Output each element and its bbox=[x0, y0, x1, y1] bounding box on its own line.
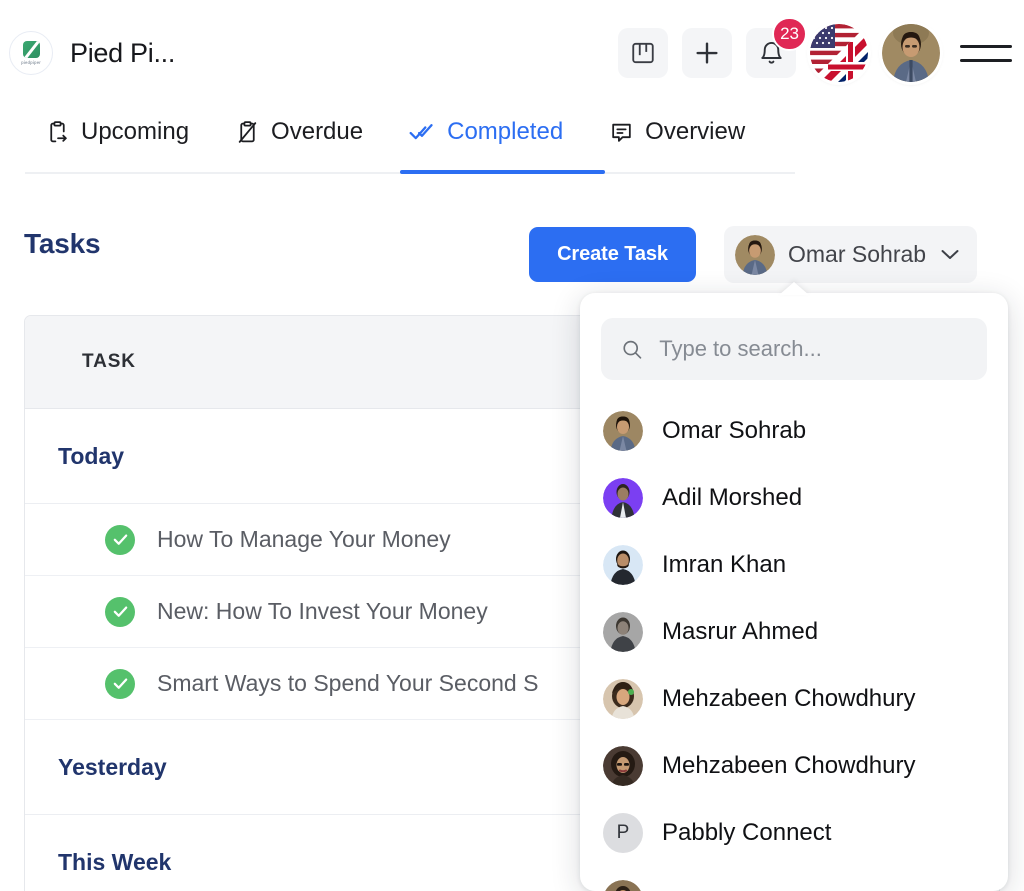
selected-user-name: Omar Sohrab bbox=[788, 241, 927, 267]
person-avatar-image bbox=[603, 410, 643, 451]
plus-icon bbox=[696, 42, 718, 64]
person-avatar-image bbox=[603, 879, 643, 891]
avatar-initial: P bbox=[616, 821, 630, 843]
dropdown-caret bbox=[779, 282, 809, 295]
tab-label: Overview bbox=[645, 118, 746, 145]
page-title-brand: Pied Pi... bbox=[70, 37, 176, 68]
tab-upcoming[interactable]: Upcoming bbox=[25, 118, 212, 162]
list-item[interactable]: Omar Sohrab bbox=[580, 397, 1008, 464]
person-name: Imran Khan bbox=[662, 550, 787, 578]
add-button[interactable] bbox=[682, 28, 732, 78]
person-avatar-image bbox=[603, 678, 643, 719]
app-logo-icon: piedpiper bbox=[9, 31, 53, 75]
avatar bbox=[603, 410, 643, 451]
us-uk-flag-icon bbox=[810, 24, 868, 82]
person-name: Masrur Ahmed bbox=[662, 617, 819, 645]
hamburger-line bbox=[960, 44, 1012, 48]
clipboard-slash-icon bbox=[238, 120, 257, 143]
double-check-icon bbox=[409, 123, 433, 139]
language-flag-button[interactable] bbox=[810, 24, 868, 82]
person-avatar-image bbox=[603, 477, 643, 518]
clipboard-arrow-icon bbox=[50, 120, 67, 142]
group-label: This Week bbox=[58, 848, 172, 875]
person-name: Mehzabeen Chowdhury bbox=[662, 751, 916, 779]
active-tab-indicator bbox=[400, 170, 605, 174]
avatar bbox=[603, 745, 643, 786]
top-bar: piedpiper Pied Pi... 23 bbox=[0, 0, 1024, 106]
tab-label: Overdue bbox=[271, 118, 364, 145]
search-field[interactable] bbox=[601, 318, 987, 380]
chevron-down-icon bbox=[941, 250, 959, 259]
notification-count-badge: 23 bbox=[772, 17, 807, 51]
tab-completed[interactable]: Completed bbox=[386, 118, 586, 162]
notifications-button[interactable]: 23 bbox=[746, 17, 807, 78]
list-item[interactable] bbox=[580, 866, 1008, 891]
person-name: Pabbly Connect bbox=[662, 818, 832, 846]
person-name: Adil Morshed bbox=[662, 483, 803, 511]
list-item[interactable]: Imran Khan bbox=[580, 531, 1008, 598]
avatar: P bbox=[603, 812, 643, 853]
task-title: Smart Ways to Spend Your Second S bbox=[157, 670, 539, 696]
task-title: New: How To Invest Your Money bbox=[157, 598, 488, 624]
check-icon bbox=[113, 678, 127, 689]
search-icon bbox=[623, 340, 642, 359]
task-complete-check-icon[interactable] bbox=[105, 524, 135, 555]
message-square-icon bbox=[612, 123, 631, 142]
task-complete-check-icon[interactable] bbox=[105, 596, 135, 627]
list-item[interactable]: Masrur Ahmed bbox=[580, 598, 1008, 665]
avatar bbox=[603, 611, 643, 652]
main-tabs: Upcoming Overdue Completed Overview bbox=[25, 118, 768, 162]
avatar bbox=[735, 234, 775, 275]
tab-label: Upcoming bbox=[81, 118, 190, 145]
check-icon bbox=[113, 606, 127, 617]
piedpiper-glyph bbox=[22, 41, 40, 59]
top-bar-actions: 23 bbox=[618, 0, 1012, 106]
list-item[interactable]: P Pabbly Connect bbox=[580, 799, 1008, 866]
tab-overdue[interactable]: Overdue bbox=[212, 118, 386, 162]
task-title: How To Manage Your Money bbox=[157, 526, 451, 552]
user-avatar-image bbox=[882, 24, 940, 82]
avatar bbox=[603, 544, 643, 585]
hamburger-line bbox=[960, 58, 1012, 62]
check-icon bbox=[113, 534, 127, 545]
profile-avatar[interactable] bbox=[882, 24, 940, 82]
people-list: Omar Sohrab Adil Morshed Imran Khan Masr… bbox=[580, 397, 1008, 891]
list-item[interactable]: Adil Morshed bbox=[580, 464, 1008, 531]
selected-user-avatar bbox=[735, 234, 775, 275]
group-label: Yesterday bbox=[58, 753, 167, 780]
create-task-button[interactable]: Create Task bbox=[529, 227, 696, 282]
person-avatar-image bbox=[603, 745, 643, 786]
task-complete-check-icon[interactable] bbox=[105, 668, 135, 699]
user-filter-dropdown[interactable]: Omar Sohrab bbox=[724, 226, 978, 283]
person-avatar-image bbox=[603, 544, 643, 585]
list-item[interactable]: Mehzabeen Chowdhury bbox=[580, 665, 1008, 732]
board-view-button[interactable] bbox=[618, 28, 668, 78]
avatar bbox=[603, 678, 643, 719]
kanban-board-icon bbox=[632, 42, 654, 64]
group-label: Today bbox=[58, 442, 125, 469]
user-select-popup: Omar Sohrab Adil Morshed bbox=[580, 293, 1008, 891]
list-item[interactable]: Mehzabeen Chowdhury bbox=[580, 732, 1008, 799]
logo-wordmark: piedpiper bbox=[21, 59, 41, 65]
person-name: Omar Sohrab bbox=[662, 416, 807, 444]
avatar bbox=[603, 477, 643, 518]
menu-button[interactable] bbox=[960, 38, 1012, 68]
brand[interactable]: piedpiper Pied Pi... bbox=[9, 31, 175, 75]
person-avatar-image bbox=[603, 611, 643, 652]
column-header-task: TASK bbox=[82, 351, 136, 372]
tab-overview[interactable]: Overview bbox=[586, 118, 768, 162]
tab-label: Completed bbox=[447, 118, 564, 145]
avatar bbox=[603, 879, 643, 891]
page-title: Tasks bbox=[24, 228, 101, 259]
search-input[interactable] bbox=[659, 336, 967, 362]
person-name: Mehzabeen Chowdhury bbox=[662, 684, 916, 712]
